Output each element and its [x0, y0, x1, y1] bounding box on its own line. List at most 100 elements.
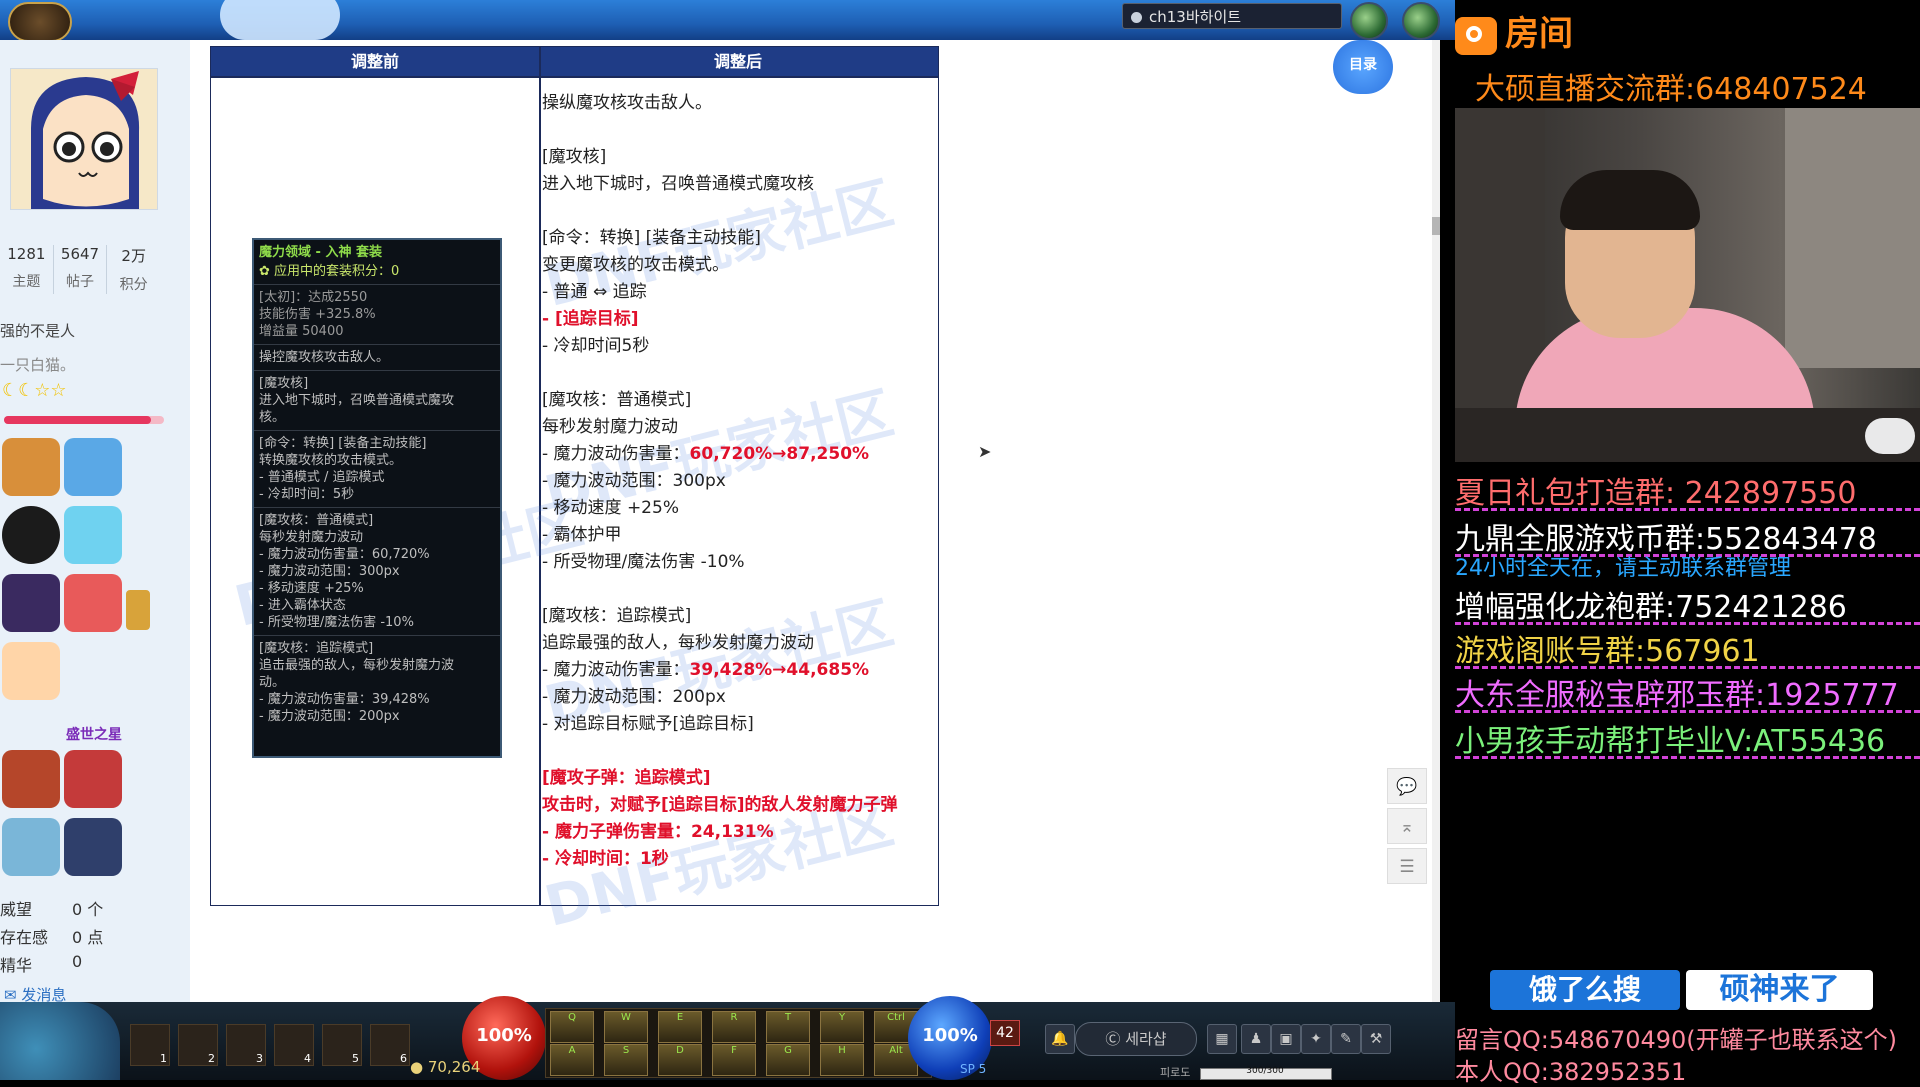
sun-medal-icon[interactable] [2, 750, 60, 808]
skill-hotkey: H [838, 1045, 846, 1056]
channel-icon [1131, 12, 1142, 23]
search-banner-left: 饿了么搜 [1490, 970, 1680, 1010]
after-line: - 魔力波动范围：300px [542, 471, 726, 491]
skill-slot[interactable]: F [712, 1044, 756, 1076]
consumable-slot[interactable]: 1 [130, 1024, 170, 1066]
ribbon-medal-icon[interactable] [126, 590, 150, 630]
cera-shop-button[interactable]: Ⓒ 세라샵 [1075, 1022, 1197, 1056]
consumable-slot[interactable]: 5 [322, 1024, 362, 1066]
skill-slot[interactable]: Q [550, 1011, 594, 1043]
after-line: - 魔力子弹伤害量：24,131% [542, 822, 774, 842]
overlay-dash-divider [1455, 508, 1920, 511]
skill-hotkey: Ctrl [887, 1012, 905, 1023]
overlay-ad-line: 增幅强化龙袍群:752421286 [1455, 590, 1847, 625]
server-channel-field[interactable]: ch13바하이트 [1122, 3, 1342, 29]
after-line-value: 39,428%→44,685% [689, 660, 870, 680]
tooltip-line: 进入地下城时，召唤普通模式魔攻 [259, 393, 455, 408]
card-medal-icon[interactable] [2, 642, 60, 700]
character-icon[interactable]: ♟ [1241, 1024, 1271, 1054]
after-line-label: - 魔力波动伤害量： [542, 444, 690, 464]
scrollbar-thumb[interactable] [1432, 217, 1440, 235]
send-message-link[interactable]: ✉ 发消息 [4, 984, 66, 1002]
avatar[interactable] [10, 68, 158, 210]
skill-hotkey: A [568, 1045, 576, 1056]
pvp-globe-icon[interactable] [1350, 2, 1388, 40]
settings-icon[interactable]: ⚒ [1361, 1024, 1391, 1054]
tooltip-line: 转换魔攻核的攻击模式。 [259, 453, 403, 468]
skill-slot[interactable]: R [712, 1011, 756, 1043]
stat-threads[interactable]: 1281 主题 [0, 245, 54, 294]
consumable-slot[interactable]: 3 [226, 1024, 266, 1066]
chuang-medal-icon[interactable] [2, 506, 60, 564]
list-icon[interactable]: ☰ [1387, 848, 1427, 884]
toc-button[interactable]: 目录 [1333, 40, 1393, 94]
skill-slot[interactable]: Y [820, 1011, 864, 1043]
skill-hotkey: E [676, 1012, 684, 1023]
header-before: 调整前 [350, 52, 399, 71]
skill-slot[interactable]: G [766, 1044, 810, 1076]
after-line-value: 60,720%→87,250% [689, 444, 870, 464]
inventory-icon[interactable]: ▣ [1271, 1024, 1301, 1054]
skill-slot[interactable]: T [766, 1011, 810, 1043]
fire-medal-icon[interactable] [64, 750, 122, 808]
skill-slot[interactable]: A [550, 1044, 594, 1076]
girl-medal-icon[interactable] [64, 574, 122, 632]
kv-key: 威望 [0, 900, 33, 919]
rank-progress [4, 416, 164, 424]
crystal-medal-icon[interactable] [2, 818, 60, 876]
after-line: [魔攻核] [542, 147, 607, 167]
after-line: - 冷却时间：1秒 [542, 849, 669, 869]
stat-value: 5647 [60, 245, 100, 263]
cera-shop-label: 세라샵 [1125, 1030, 1167, 1048]
overlay-dash-divider [1455, 622, 1920, 625]
level-badge: 42 [990, 1020, 1020, 1046]
skill-slot[interactable]: W [604, 1011, 648, 1043]
set-points-label: 应用中的套装积分：0 [274, 264, 400, 279]
glory-medal-icon[interactable] [2, 574, 60, 632]
after-line: - 魔力波动伤害量：39,428%→44,685% [542, 657, 942, 684]
comment-icon[interactable]: 💬 [1387, 768, 1427, 804]
after-line: - 所受物理/魔法伤害 -10% [542, 552, 745, 572]
user-profile-sidebar: 1281 主题 5647 帖子 2万 积分 强的不是人 一只白猫。 ☾☾☆☆ 盛… [0, 40, 190, 1002]
after-line: - 冷却时间5秒 [542, 336, 650, 356]
consumable-slot[interactable]: 4 [274, 1024, 314, 1066]
leaf-icon: ✿ [259, 264, 270, 279]
fatigue-label: 피로도 [1160, 1066, 1191, 1079]
stat-points[interactable]: 2万 积分 [107, 245, 160, 294]
tooltip-line: 增益量 50400 [259, 324, 344, 339]
stat-posts[interactable]: 5647 帖子 [54, 245, 108, 294]
angel-medal-icon[interactable] [64, 438, 122, 496]
server-medal-icon[interactable] [64, 506, 122, 564]
after-line: 进入地下城时，召唤普通模式魔攻核 [542, 174, 814, 194]
back-to-top-icon[interactable]: ⌅ [1387, 808, 1427, 844]
after-line [542, 738, 942, 765]
after-line: - [追踪目标] [542, 309, 639, 329]
monkey-medal-icon[interactable] [2, 438, 60, 496]
after-line [542, 360, 942, 387]
world-globe-icon[interactable] [1402, 2, 1440, 40]
quest-icon[interactable]: ✎ [1331, 1024, 1361, 1054]
rune-medal-icon[interactable] [64, 818, 122, 876]
profile-stats: 1281 主题 5647 帖子 2万 积分 [0, 245, 160, 294]
skill-slot[interactable]: D [658, 1044, 702, 1076]
skill-slot[interactable]: E [658, 1011, 702, 1043]
consumable-slot[interactable]: 2 [178, 1024, 218, 1066]
menu-grid-icon[interactable]: ▦ [1207, 1024, 1237, 1054]
coin-icon: ● [410, 1058, 424, 1076]
skill-icon[interactable]: ✦ [1301, 1024, 1331, 1054]
tooltip-line: [魔攻核：追踪模式] [259, 641, 374, 656]
tooltip-set-points: ✿ 应用中的套装积分：0 [254, 263, 500, 280]
page-scrollbar[interactable] [1432, 40, 1440, 1002]
tooltip-line: 追击最强的敌人，每秒发射魔力波 [259, 658, 455, 673]
overlay-dash-divider [1455, 710, 1920, 713]
skill-slot[interactable]: S [604, 1044, 648, 1076]
bell-icon[interactable]: 🔔 [1045, 1024, 1075, 1054]
skill-slot[interactable]: H [820, 1044, 864, 1076]
search-banner-right: 硕神来了 [1686, 970, 1873, 1010]
consumable-slot[interactable]: 6 [370, 1024, 410, 1066]
kv-presence: 存在感 0 点 [0, 924, 103, 948]
skill-hotkey: T [784, 1012, 792, 1023]
slot-hotkey: 5 [352, 1052, 359, 1065]
stat-label: 积分 [119, 277, 148, 293]
qq-owner-label: 本人QQ:382952351 [1455, 1058, 1687, 1086]
